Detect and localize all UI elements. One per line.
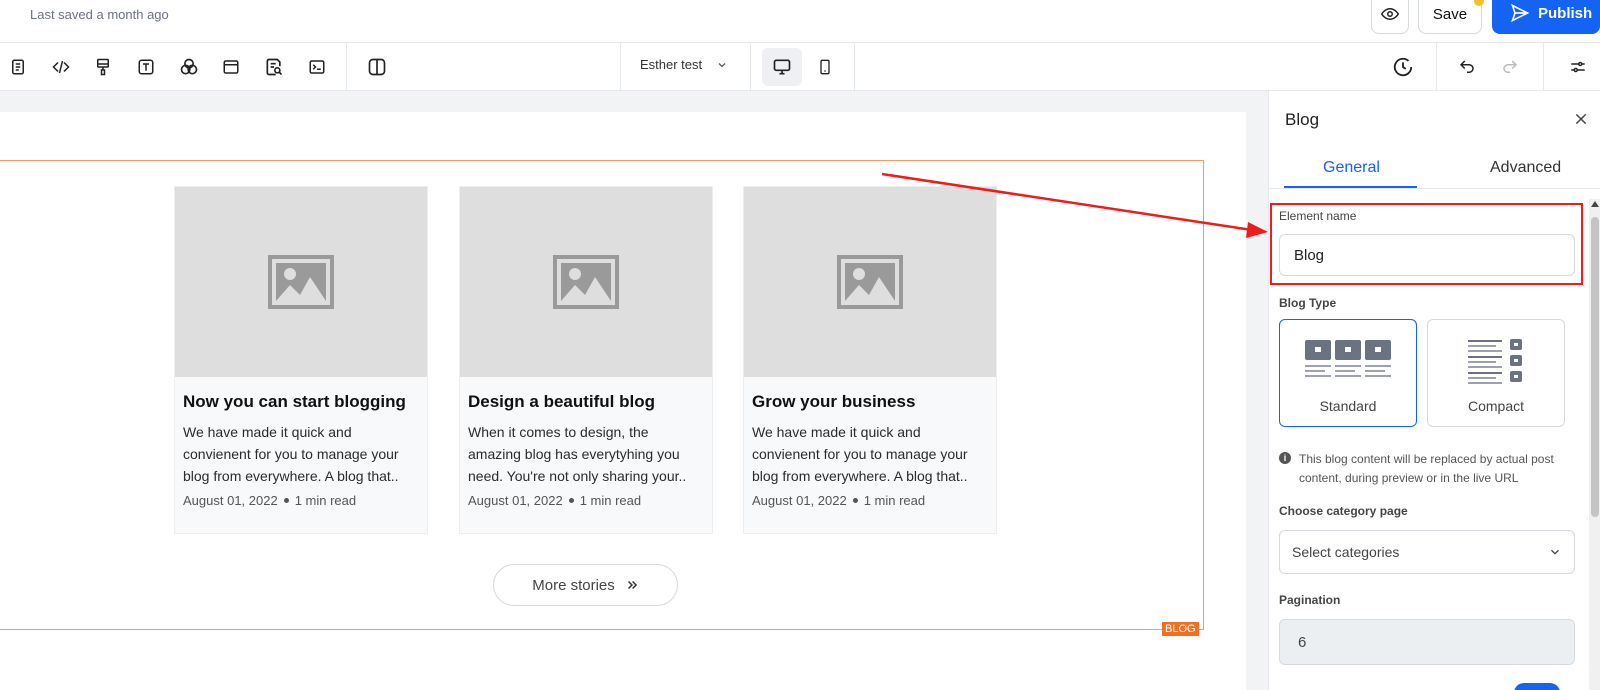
post-read-time: 1 min read — [579, 493, 642, 508]
shapes-icon[interactable] — [175, 53, 203, 81]
paint-brush-icon[interactable] — [89, 53, 117, 81]
panel-tabs: General Advanced — [1269, 151, 1600, 189]
meta-separator-dot — [568, 498, 574, 503]
editor-toolbar: Esther test — [0, 43, 1600, 91]
panel-scrollbar[interactable] — [1589, 199, 1600, 690]
category-select[interactable]: Select categories — [1279, 530, 1575, 574]
last-saved-text: Last saved a month ago — [30, 7, 169, 22]
seo-search-icon[interactable] — [260, 53, 288, 81]
send-icon — [1511, 3, 1530, 23]
post-title: Grow your business — [752, 392, 916, 411]
blog-type-standard[interactable]: Standard — [1279, 319, 1417, 427]
save-button[interactable]: Save — [1418, 0, 1482, 34]
terminal-icon[interactable] — [303, 53, 331, 81]
double-chevron-right-icon — [627, 580, 637, 590]
chevron-down-icon — [718, 62, 726, 67]
panel-title: Blog — [1285, 110, 1320, 129]
layout-icon[interactable] — [217, 53, 245, 81]
undo-icon[interactable] — [1453, 53, 1481, 81]
annotation-highlight-box — [1270, 203, 1583, 285]
post-read-time: 1 min read — [863, 493, 926, 508]
toolbar-divider — [750, 43, 751, 91]
more-stories-label: More stories — [532, 576, 615, 594]
blog-type-compact[interactable]: Compact — [1427, 319, 1565, 427]
pagination-label: Pagination — [1279, 593, 1341, 607]
publish-button[interactable]: Publish — [1492, 0, 1600, 34]
post-date: August 01, 2022 — [183, 493, 278, 508]
history-icon[interactable] — [1389, 53, 1417, 81]
blog-type-standard-label: Standard — [1319, 398, 1377, 414]
scroll-up-arrow-icon[interactable] — [1591, 201, 1599, 207]
toolbar-divider — [854, 43, 855, 91]
compact-layout-icon — [1468, 339, 1522, 384]
post-date: August 01, 2022 — [468, 493, 563, 508]
code-icon[interactable] — [47, 53, 75, 81]
blog-type-label: Blog Type — [1279, 296, 1337, 310]
pagination-input[interactable]: 6 — [1279, 619, 1575, 665]
tab-advanced[interactable]: Advanced — [1490, 159, 1561, 177]
meta-separator-dot — [852, 498, 858, 503]
scrollbar-thumb[interactable] — [1591, 217, 1599, 517]
standard-layout-icon — [1305, 340, 1391, 377]
toolbar-divider — [1436, 43, 1437, 91]
blog-post-card[interactable]: Grow your business We have made it quick… — [743, 186, 997, 534]
post-meta: August 01, 2022 1 min read — [183, 493, 419, 508]
site-name: Esther test — [640, 57, 703, 72]
info-text: This blog content will be replaced by ac… — [1299, 452, 1554, 485]
post-title: Design a beautiful blog — [468, 392, 656, 411]
toolbar-divider — [346, 43, 347, 91]
post-excerpt: We have made it quick and convienent for… — [183, 424, 399, 484]
toolbar-divider — [1543, 43, 1544, 91]
preview-button[interactable] — [1371, 0, 1409, 34]
image-placeholder-icon — [837, 255, 903, 309]
more-stories-button[interactable]: More stories — [493, 564, 678, 606]
post-image-placeholder — [175, 187, 427, 377]
toolbar-divider — [620, 43, 621, 91]
info-icon: i — [1279, 452, 1291, 464]
page-icon[interactable] — [4, 53, 32, 81]
post-excerpt: We have made it quick and convienent for… — [752, 424, 968, 484]
top-bar: Last saved a month ago Save Publish — [0, 0, 1600, 43]
redo-icon[interactable] — [1496, 53, 1524, 81]
close-icon — [1575, 113, 1587, 125]
blog-post-card[interactable]: Now you can start blogging We have made … — [174, 186, 428, 534]
post-image-placeholder — [460, 187, 712, 377]
mobile-icon — [820, 59, 830, 75]
text-icon[interactable] — [132, 53, 160, 81]
post-meta: August 01, 2022 1 min read — [752, 493, 988, 508]
post-image-placeholder — [744, 187, 996, 377]
properties-panel: Blog General Advanced Element name Blog … — [1268, 91, 1600, 690]
close-panel-button[interactable] — [1571, 109, 1591, 129]
settings-sliders-icon[interactable] — [1564, 53, 1592, 81]
site-selector[interactable]: Esther test — [640, 57, 728, 72]
post-excerpt: When it comes to design, the amazing blo… — [468, 424, 687, 484]
publish-label: Publish — [1538, 4, 1593, 22]
mobile-view-button[interactable] — [805, 48, 845, 86]
post-date: August 01, 2022 — [752, 493, 847, 508]
category-label: Choose category page — [1279, 504, 1408, 518]
eye-icon — [1381, 7, 1399, 21]
blog-post-card[interactable]: Design a beautiful blog When it comes to… — [459, 186, 713, 534]
image-placeholder-icon — [553, 255, 619, 309]
chevron-down-icon — [1551, 549, 1559, 555]
notification-dot — [1474, 0, 1484, 6]
blog-type-compact-label: Compact — [1467, 398, 1525, 414]
tab-general[interactable]: General — [1323, 159, 1380, 177]
meta-separator-dot — [283, 498, 289, 503]
desktop-view-button[interactable] — [762, 48, 802, 86]
columns-icon[interactable] — [363, 53, 391, 81]
post-title: Now you can start blogging — [183, 392, 406, 411]
image-placeholder-icon — [268, 255, 334, 309]
post-read-time: 1 min read — [294, 493, 357, 508]
info-note: i This blog content will be replaced by … — [1279, 450, 1579, 488]
toggle-switch[interactable] — [1514, 683, 1560, 690]
post-meta: August 01, 2022 1 min read — [468, 493, 704, 508]
desktop-icon — [773, 59, 791, 75]
category-select-placeholder: Select categories — [1292, 544, 1400, 560]
active-tab-indicator — [1284, 186, 1417, 188]
blog-section-tag: BLOG — [1162, 622, 1199, 636]
